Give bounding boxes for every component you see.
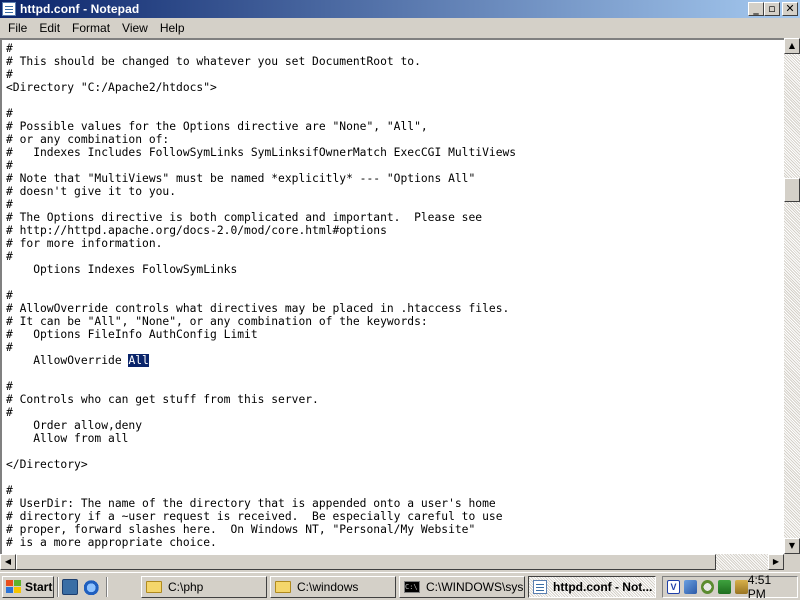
antivirus-icon[interactable]: V	[667, 580, 681, 594]
text-line: # The Options directive is both complica…	[6, 211, 483, 224]
menu-format[interactable]: Format	[66, 18, 116, 38]
text-line: #	[6, 380, 13, 393]
text-line: # Options FileInfo AuthConfig Limit	[6, 328, 258, 341]
text-line: # AllowOverride controls what directives…	[6, 302, 510, 315]
task-windows-folder[interactable]: C:\windows	[270, 576, 396, 598]
window-controls: _ ▫ ✕	[748, 2, 798, 16]
text-line: # Controls who can get stuff from this s…	[6, 393, 319, 406]
task-command-prompt[interactable]: C:\ C:\WINDOWS\sys...	[399, 576, 525, 598]
text-line: # is a more appropriate choice.	[6, 536, 217, 549]
volume-icon[interactable]	[701, 580, 714, 594]
show-desktop-icon[interactable]	[62, 579, 78, 595]
menu-edit[interactable]: Edit	[33, 18, 66, 38]
task-notepad[interactable]: httpd.conf - Not...	[528, 576, 656, 598]
text-line: Options Indexes FollowSymLinks	[6, 263, 238, 276]
taskbar: Start C:\php C:\windows C:\ C:\WINDOWS\s…	[0, 572, 800, 600]
internet-explorer-icon[interactable]	[84, 579, 100, 595]
text-line	[6, 471, 784, 484]
text-line: #	[6, 107, 13, 120]
text-line: # directory if a ~user request is receiv…	[6, 510, 503, 523]
text-line	[6, 94, 784, 107]
editor-frame: # # This should be changed to whatever yo…	[0, 38, 800, 568]
scroll-right-button[interactable]: ▶	[768, 554, 784, 570]
vertical-scroll-thumb[interactable]	[784, 178, 800, 202]
text-line: # Indexes Includes FollowSymLinks SymLin…	[6, 146, 517, 159]
text-line: #	[6, 250, 13, 263]
text-line	[6, 367, 784, 380]
selected-text: All	[128, 354, 149, 367]
task-label: C:\php	[168, 580, 204, 594]
clock[interactable]: 4:51 PM	[748, 573, 789, 600]
text-line: # or any combination of:	[6, 133, 170, 146]
taskbar-separator	[57, 577, 59, 597]
task-label: httpd.conf - Not...	[553, 580, 653, 594]
text-line: # Note that "MultiViews" must be named *…	[6, 172, 476, 185]
menu-view[interactable]: View	[116, 18, 154, 38]
command-prompt-icon: C:\	[404, 581, 420, 593]
text-line	[6, 276, 784, 289]
maximize-button[interactable]: ▫	[764, 2, 780, 16]
text-line: # http://httpd.apache.org/docs-2.0/mod/c…	[6, 224, 387, 237]
notepad-icon[interactable]	[2, 2, 16, 16]
text-line: #	[6, 406, 13, 419]
system-tray: V 4:51 PM	[662, 573, 798, 600]
task-label: C:\WINDOWS\sys...	[426, 580, 525, 594]
scroll-down-button[interactable]: ▼	[784, 538, 800, 554]
start-button[interactable]: Start	[2, 576, 54, 598]
window-title: httpd.conf - Notepad	[20, 2, 140, 16]
text-editor[interactable]: # # This should be changed to whatever yo…	[4, 42, 784, 556]
power-icon[interactable]	[717, 580, 731, 594]
notepad-icon	[533, 580, 547, 594]
folder-icon	[275, 581, 291, 593]
text-line: #	[6, 289, 13, 302]
text-line: # doesn't give it to you.	[6, 185, 177, 198]
task-php-folder[interactable]: C:\php	[141, 576, 267, 598]
text-line: # UserDir: The name of the directory tha…	[6, 497, 496, 510]
text-line: #	[6, 484, 13, 497]
folder-icon	[146, 581, 162, 593]
vertical-scrollbar[interactable]: ▲ ▼	[784, 38, 800, 554]
network-icon[interactable]	[684, 580, 697, 594]
menu-bar: File Edit Format View Help	[0, 18, 800, 38]
text-line: #	[6, 341, 13, 354]
text-line: <Directory "C:/Apache2/htdocs">	[6, 81, 217, 94]
title-bar[interactable]: httpd.conf - Notepad _ ▫ ✕	[0, 0, 800, 18]
text-line: Allow from all	[6, 432, 129, 445]
scroll-left-button[interactable]: ◀	[0, 554, 16, 570]
text-line: #	[6, 198, 13, 211]
start-label: Start	[25, 580, 53, 594]
editor-content[interactable]: # # This should be changed to whatever yo…	[4, 42, 784, 549]
scrollbar-corner	[784, 554, 800, 570]
minimize-button[interactable]: _	[748, 2, 764, 16]
text-line: # proper, forward slashes here. On Windo…	[6, 523, 476, 536]
horizontal-scroll-thumb[interactable]	[16, 554, 716, 570]
security-key-icon[interactable]	[734, 580, 748, 594]
taskbar-separator	[106, 577, 108, 597]
text-line: Order allow,deny	[6, 419, 143, 432]
text-line: # for more information.	[6, 237, 163, 250]
close-button[interactable]: ✕	[782, 2, 798, 16]
text-line: # Possible values for the Options direct…	[6, 120, 428, 133]
text-line: # It can be "All", "None", or any combin…	[6, 315, 428, 328]
text-line: # This should be changed to whatever you…	[6, 55, 421, 68]
text-line: AllowOverride All	[6, 354, 149, 367]
scroll-up-button[interactable]: ▲	[784, 38, 800, 54]
text-line	[6, 445, 784, 458]
task-label: C:\windows	[297, 580, 359, 594]
menu-help[interactable]: Help	[154, 18, 191, 38]
text-line: #	[6, 159, 13, 172]
text-line: #	[6, 68, 13, 81]
text-line: </Directory>	[6, 458, 88, 471]
horizontal-scrollbar[interactable]: ◀ ▶	[0, 554, 784, 570]
text-line: #	[6, 42, 13, 55]
windows-logo-icon	[6, 580, 22, 594]
menu-file[interactable]: File	[2, 18, 33, 38]
